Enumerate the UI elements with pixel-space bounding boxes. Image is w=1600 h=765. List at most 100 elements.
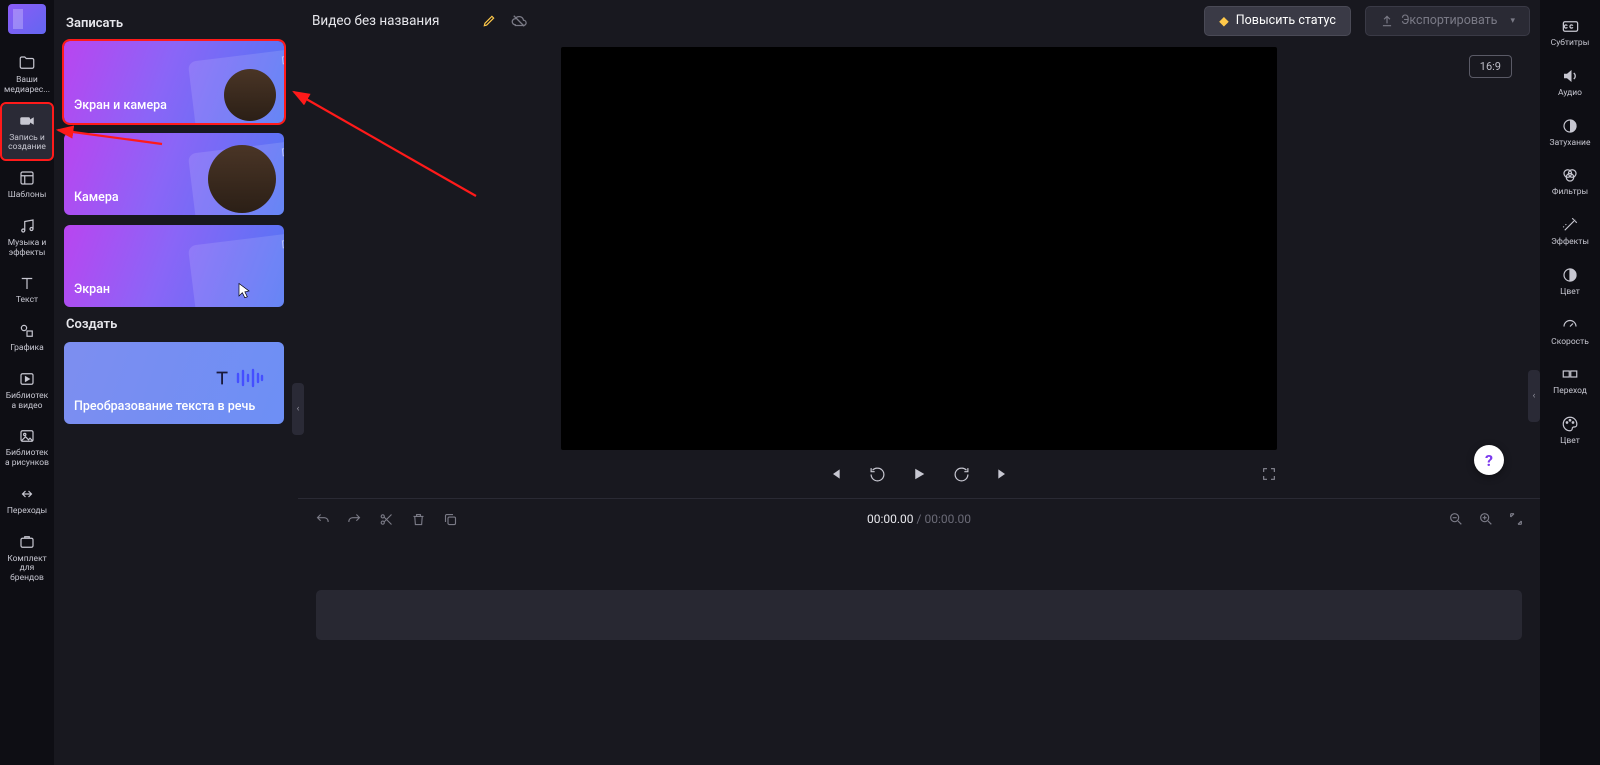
face-thumb xyxy=(208,145,276,213)
upgrade-button[interactable]: ◆ Повысить статус xyxy=(1204,6,1351,36)
rnav-filters[interactable]: Фильтры xyxy=(1542,159,1598,203)
nav-music[interactable]: Музыка и эффекты xyxy=(2,209,52,265)
nav-templates[interactable]: Шаблоны xyxy=(2,161,52,207)
time-current: 00:00.00 xyxy=(867,512,914,526)
rnav-label: Затухание xyxy=(1550,139,1591,149)
nav-text[interactable]: Текст xyxy=(2,266,52,312)
skip-end-button[interactable] xyxy=(993,464,1013,484)
nav-label: Графика xyxy=(10,344,44,354)
left-nav: Ваши медиарес... Запись и создание Шабло… xyxy=(0,0,54,765)
transition-icon xyxy=(1560,364,1580,384)
cloud-sync-icon[interactable] xyxy=(510,12,528,30)
rnav-color2[interactable]: Цвет xyxy=(1542,408,1598,452)
export-button[interactable]: Экспортировать ▾ xyxy=(1365,6,1530,36)
cursor-icon xyxy=(234,281,254,301)
rnav-label: Субтитры xyxy=(1551,39,1590,49)
section-create-header: Создать xyxy=(66,317,290,332)
forward-button[interactable] xyxy=(951,464,971,484)
rewind-button[interactable] xyxy=(867,464,887,484)
face-thumb xyxy=(224,69,276,121)
record-panel: Записать Экран и камера Камера Экран Соз… xyxy=(54,0,298,765)
time-total: 00:00.00 xyxy=(924,512,971,526)
rnav-effects[interactable]: Эффекты xyxy=(1542,209,1598,253)
nav-transitions[interactable]: Переходы xyxy=(2,477,52,523)
nav-label: Библиотека видео xyxy=(4,392,50,412)
diamond-icon: ◆ xyxy=(1219,13,1229,29)
video-preview[interactable] xyxy=(561,47,1277,450)
nav-videolib[interactable]: Библиотека видео xyxy=(2,362,52,418)
card-screen-camera[interactable]: Экран и камера xyxy=(64,41,284,123)
camera-icon xyxy=(17,111,37,131)
image-lib-icon xyxy=(17,426,37,446)
nav-label: Комплект для брендов xyxy=(4,555,50,584)
card-tts[interactable]: Преобразование текста в речь xyxy=(64,342,284,424)
main-area: ◆ Повысить статус Экспортировать ▾ 16:9 xyxy=(298,0,1540,765)
rnav-audio[interactable]: Аудио xyxy=(1542,60,1598,104)
split-button[interactable] xyxy=(378,511,394,527)
edit-icon[interactable] xyxy=(482,14,496,28)
nav-brandkit[interactable]: Комплект для брендов xyxy=(2,525,52,590)
rnav-fade[interactable]: Затухание xyxy=(1542,110,1598,154)
play-button[interactable] xyxy=(909,464,929,484)
nav-label: Переходы xyxy=(7,507,47,517)
preview-area: 16:9 xyxy=(298,41,1540,498)
fit-button[interactable] xyxy=(1508,511,1524,527)
shapes-icon xyxy=(17,321,37,341)
upgrade-label: Повысить статус xyxy=(1236,13,1336,28)
rnav-label: Цвет xyxy=(1560,437,1580,447)
video-lib-icon xyxy=(17,369,37,389)
aspect-ratio-button[interactable]: 16:9 xyxy=(1469,55,1512,78)
nav-graphics[interactable]: Графика xyxy=(2,314,52,360)
export-label: Экспортировать xyxy=(1401,13,1498,28)
playback-controls xyxy=(561,450,1277,498)
delete-button[interactable] xyxy=(410,511,426,527)
help-button[interactable]: ? xyxy=(1474,445,1504,475)
card-title: Экран xyxy=(74,282,110,297)
rnav-label: Аудио xyxy=(1558,89,1582,99)
rnav-label: Цвет xyxy=(1560,288,1580,298)
chevron-down-icon: ▾ xyxy=(1510,16,1515,26)
palette-icon xyxy=(1560,414,1580,434)
skip-start-button[interactable] xyxy=(825,464,845,484)
zoom-in-button[interactable] xyxy=(1478,511,1494,527)
tts-icon xyxy=(212,367,264,389)
card-title: Камера xyxy=(74,190,119,205)
nav-label: Шаблоны xyxy=(8,191,47,201)
nav-record[interactable]: Запись и создание xyxy=(2,104,52,160)
rnav-label: Эффекты xyxy=(1551,238,1589,248)
filters-icon xyxy=(1560,165,1580,185)
templates-icon xyxy=(17,168,37,188)
music-icon xyxy=(17,216,37,236)
topbar: ◆ Повысить статус Экспортировать ▾ xyxy=(298,0,1540,41)
right-nav: Субтитры Аудио Затухание Фильтры Эффекты… xyxy=(1540,0,1600,765)
timeline-toolbar: 00:00.00 / 00:00.00 xyxy=(298,498,1540,539)
timeline-track[interactable] xyxy=(316,590,1522,640)
speaker-icon xyxy=(1560,66,1580,86)
duplicate-button[interactable] xyxy=(442,511,458,527)
rnav-transition[interactable]: Переход xyxy=(1542,358,1598,402)
zoom-out-button[interactable] xyxy=(1448,511,1464,527)
app-logo xyxy=(8,4,46,34)
brandkit-icon xyxy=(17,532,37,552)
card-camera[interactable]: Камера xyxy=(64,133,284,215)
gauge-icon xyxy=(1560,315,1580,335)
undo-button[interactable] xyxy=(314,511,330,527)
card-screen[interactable]: Экран xyxy=(64,225,284,307)
timecode: 00:00.00 / 00:00.00 xyxy=(867,512,971,526)
fullscreen-button[interactable] xyxy=(1261,466,1277,482)
redo-button[interactable] xyxy=(346,511,362,527)
nav-label: Ваши медиарес... xyxy=(4,76,50,96)
rnav-label: Переход xyxy=(1553,387,1587,397)
project-title-input[interactable] xyxy=(308,7,468,35)
rnav-color[interactable]: Цвет xyxy=(1542,259,1598,303)
text-icon xyxy=(17,273,37,293)
nav-media[interactable]: Ваши медиарес... xyxy=(2,46,52,102)
rnav-speed[interactable]: Скорость xyxy=(1542,309,1598,353)
section-record-header: Записать xyxy=(66,16,290,31)
card-title: Экран и камера xyxy=(74,98,167,113)
rnav-subtitles[interactable]: Субтитры xyxy=(1542,10,1598,54)
collapse-right-button[interactable]: ‹ xyxy=(1528,370,1540,422)
nav-imagelib[interactable]: Библиотека рисунков xyxy=(2,419,52,475)
wand-icon xyxy=(1560,215,1580,235)
timeline[interactable] xyxy=(298,540,1540,765)
